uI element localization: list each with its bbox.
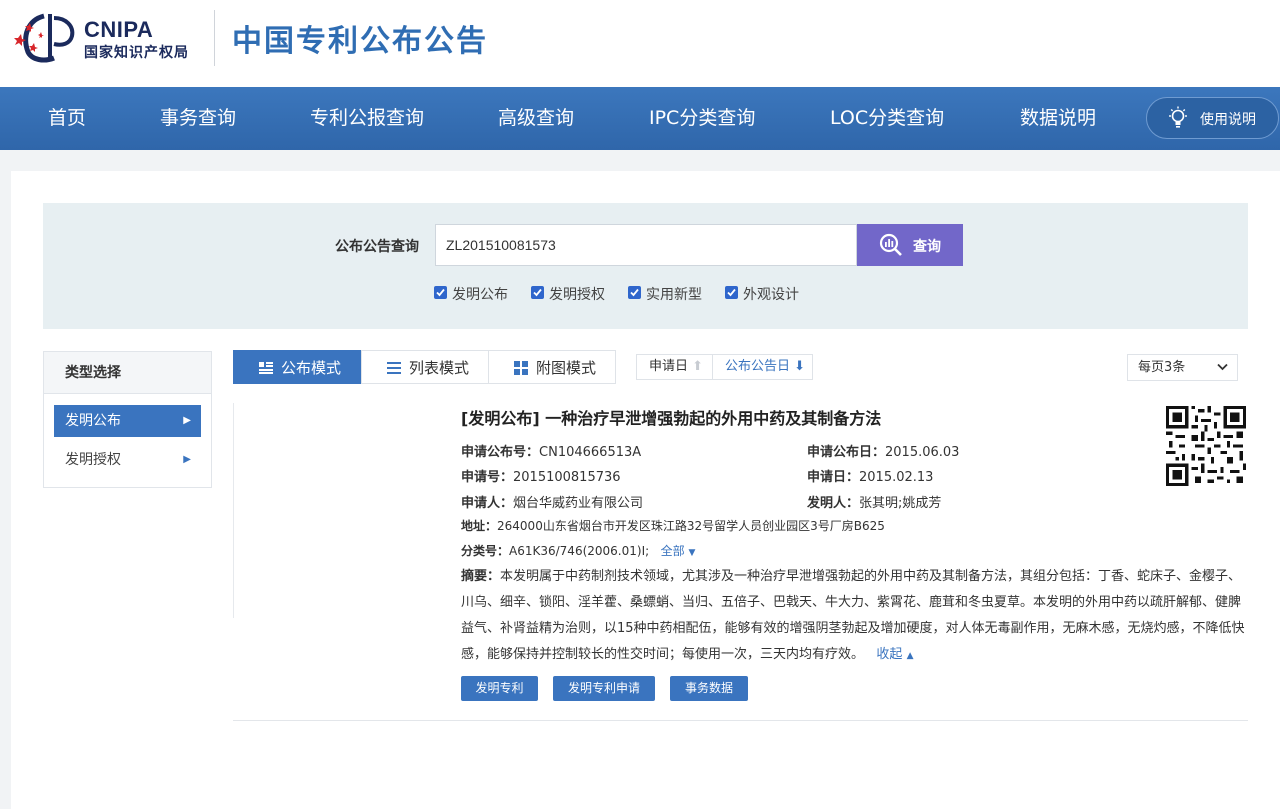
arrow-down-icon: ⬇ xyxy=(794,359,806,374)
nav-item-ipc[interactable]: IPC分类查询 xyxy=(649,87,755,150)
result-image-border xyxy=(233,403,234,618)
field-address: 地址：264000山东省烟台市开发区珠江路32号留学人员创业园区3号厂房B625 xyxy=(461,517,885,534)
checkbox-label: 外观设计 xyxy=(743,287,799,303)
nav-item-loc[interactable]: LOC分类查询 xyxy=(830,87,944,150)
checkbox-checked-icon xyxy=(628,286,641,299)
sidebar-item-label: 发明公布 xyxy=(65,413,121,429)
field-value: A61K36/746(2006.01)I; xyxy=(509,544,650,558)
sidebar-item-invention-pub[interactable]: 发明公布 ▶ xyxy=(54,405,201,437)
list-icon xyxy=(387,362,401,374)
help-label: 使用说明 xyxy=(1200,112,1256,128)
field-app-date: 申请日：2015.02.13 xyxy=(807,466,933,485)
sort-group: 申请日 ⬆ 公布公告日 ⬇ xyxy=(636,354,813,380)
field-value: 2015.02.13 xyxy=(859,470,934,485)
logo-text-en: CNIPA xyxy=(84,17,154,42)
field-label: 地址： xyxy=(461,519,498,533)
tab-label: 公布模式 xyxy=(281,359,342,377)
arrow-up-icon: ⬆ xyxy=(692,359,704,374)
field-label: 申请日： xyxy=(807,470,860,485)
abstract-text: 本发明属于中药制剂技术领域，尤其涉及一种治疗早泄增强勃起的外用中药及其制备方法，… xyxy=(461,569,1245,662)
field-inventor: 发明人：张其明;姚成芳 xyxy=(807,492,941,511)
checkbox-label: 实用新型 xyxy=(646,287,702,303)
field-label: 申请号： xyxy=(461,470,514,485)
main-nav: 首页 事务查询 专利公报查询 高级查询 IPC分类查询 LOC分类查询 数据说明… xyxy=(0,87,1280,150)
collapse-link[interactable]: 收起 ▲ xyxy=(876,647,913,662)
sort-pub-date[interactable]: 公布公告日 ⬇ xyxy=(725,355,805,379)
field-label: 申请公布日： xyxy=(807,445,886,460)
tab-label: 附图模式 xyxy=(536,359,597,377)
collapse-label: 收起 xyxy=(876,647,903,662)
sidebar-title: 类型选择 xyxy=(44,352,211,394)
sort-label: 申请日 xyxy=(649,359,689,374)
field-applicant: 申请人：烟台华威药业有限公司 xyxy=(461,492,643,511)
lightbulb-icon xyxy=(1169,106,1187,128)
field-label: 发明人： xyxy=(807,496,860,511)
sort-apply-date[interactable]: 申请日 ⬆ xyxy=(649,355,703,379)
chevron-right-icon: ▶ xyxy=(183,415,191,426)
show-all-label: 全部 xyxy=(660,544,685,558)
grid-icon xyxy=(514,361,528,375)
search-button-label: 查询 xyxy=(913,238,941,254)
sort-divider xyxy=(712,355,713,379)
abstract: 摘要：本发明属于中药制剂技术领域，尤其涉及一种治疗早泄增强勃起的外用中药及其制备… xyxy=(461,564,1251,669)
checkbox-label: 发明公布 xyxy=(452,287,508,303)
search-icon xyxy=(879,233,902,256)
field-value: 烟台华威药业有限公司 xyxy=(513,496,644,511)
page-size-select[interactable]: 每页3条 xyxy=(1127,354,1238,381)
field-label: 分类号： xyxy=(461,544,510,558)
nav-item-home[interactable]: 首页 xyxy=(48,87,86,150)
field-value: 2015100815736 xyxy=(513,470,621,485)
abstract-label: 摘要： xyxy=(461,569,501,584)
search-label: 公布公告查询 xyxy=(335,239,419,255)
caret-down-icon: ▼ xyxy=(688,548,696,558)
search-input[interactable] xyxy=(435,224,857,266)
sidebar-item-invention-grant[interactable]: 发明授权 ▶ xyxy=(54,444,201,476)
chevron-right-icon: ▶ xyxy=(183,454,191,465)
nav-item-advanced[interactable]: 高级查询 xyxy=(498,87,574,150)
field-app-no: 申请号：2015100815736 xyxy=(461,466,621,485)
field-value: 2015.06.03 xyxy=(885,445,960,460)
sidebar-item-label: 发明授权 xyxy=(65,452,121,468)
cnipa-logo-icon xyxy=(14,13,75,63)
show-all-link[interactable]: 全部 ▼ xyxy=(661,544,696,558)
nav-item-gazette[interactable]: 专利公报查询 xyxy=(310,87,424,150)
tab-figure-mode[interactable]: 附图模式 xyxy=(488,350,616,384)
site-header: CNIPA 国家知识产权局 中国专利公布公告 xyxy=(0,0,1280,87)
chevron-down-icon xyxy=(1217,363,1228,371)
qr-code-icon xyxy=(1166,406,1246,486)
field-pub-no: 申请公布号：CN104666513A xyxy=(461,441,641,460)
tab-list-mode[interactable]: 列表模式 xyxy=(361,350,489,384)
type-sidebar: 类型选择 发明公布 ▶ 发明授权 ▶ xyxy=(43,351,212,488)
logo-divider xyxy=(214,10,215,66)
field-value: 264000山东省烟台市开发区珠江路32号留学人员创业园区3号厂房B625 xyxy=(497,519,885,533)
checkbox-checked-icon xyxy=(531,286,544,299)
checkbox-label: 发明授权 xyxy=(549,287,605,303)
tab-label: 列表模式 xyxy=(409,359,470,377)
nav-item-data-info[interactable]: 数据说明 xyxy=(1020,87,1096,150)
result-divider xyxy=(233,720,1248,721)
invention-patent-button[interactable]: 发明专利 xyxy=(461,676,538,701)
search-button[interactable]: 查询 xyxy=(857,224,963,266)
field-pub-date: 申请公布日：2015.06.03 xyxy=(807,441,959,460)
transaction-data-button[interactable]: 事务数据 xyxy=(670,676,748,701)
search-panel xyxy=(43,203,1248,329)
sort-label: 公布公告日 xyxy=(725,359,791,374)
checkbox-checked-icon xyxy=(725,286,738,299)
logo-text-cn: 国家知识产权局 xyxy=(84,45,189,61)
help-button[interactable]: 使用说明 xyxy=(1146,97,1279,139)
invention-application-button[interactable]: 发明专利申请 xyxy=(553,676,655,701)
result-title[interactable]: [发明公布] 一种治疗早泄增强勃起的外用中药及其制备方法 xyxy=(461,405,881,429)
page-size-value: 每页3条 xyxy=(1138,360,1186,375)
site-title: 中国专利公布公告 xyxy=(232,24,488,59)
caret-up-icon: ▲ xyxy=(906,651,914,661)
checkbox-checked-icon xyxy=(434,286,447,299)
field-class: 分类号：A61K36/746(2006.01)I; 全部 ▼ xyxy=(461,542,695,559)
document-list-icon xyxy=(259,362,273,374)
tab-publication-mode[interactable]: 公布模式 xyxy=(233,350,362,384)
field-value: 张其明;姚成芳 xyxy=(859,496,942,511)
nav-item-transaction[interactable]: 事务查询 xyxy=(160,87,236,150)
field-label: 申请人： xyxy=(461,496,514,511)
field-value: CN104666513A xyxy=(539,445,642,460)
field-label: 申请公布号： xyxy=(461,445,540,460)
